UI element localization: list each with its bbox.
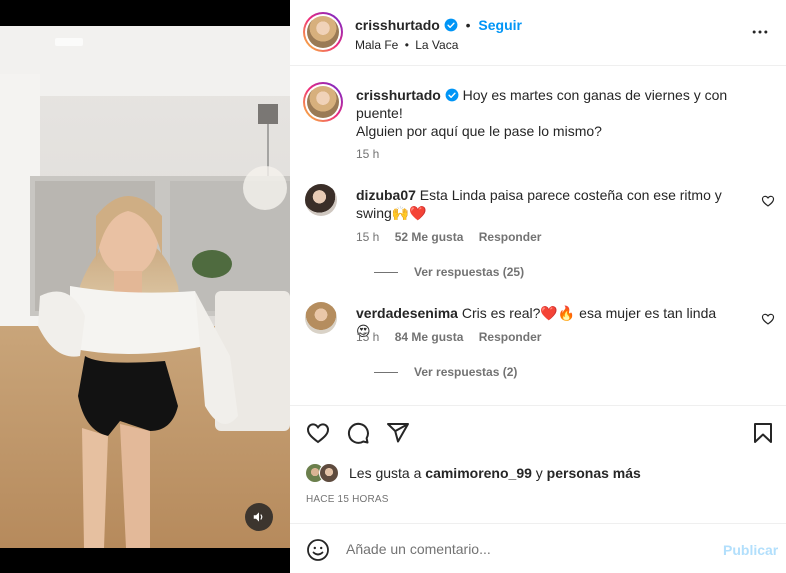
caption-author-avatar[interactable] bbox=[303, 82, 343, 122]
mute-button[interactable] bbox=[245, 503, 273, 531]
post-header: crisshurtado • Seguir Mala Fe • La Vaca bbox=[290, 0, 786, 66]
comment-text: dizuba07 Esta Linda paisa parece costeña… bbox=[356, 186, 726, 222]
share-icon[interactable] bbox=[386, 421, 410, 445]
caption-line-1: Hoy es martes con ganas de viernes y con bbox=[462, 87, 728, 103]
follow-button[interactable]: Seguir bbox=[478, 17, 522, 33]
video-frame bbox=[0, 26, 290, 548]
add-comment-bar: Publicar bbox=[290, 523, 786, 573]
comment-likes-count[interactable]: 84 Me gusta bbox=[395, 330, 464, 344]
commenter-username[interactable]: dizuba07 bbox=[356, 187, 416, 203]
commenter-avatar[interactable] bbox=[305, 302, 337, 334]
caption-username[interactable]: crisshurtado bbox=[356, 87, 441, 103]
reply-button[interactable]: Responder bbox=[479, 230, 542, 244]
comment-meta: 15 h 84 Me gusta Responder bbox=[356, 330, 541, 344]
comment-line-1: Esta Linda paisa parece costeña con ese … bbox=[419, 187, 722, 203]
caption-line-2: puente! bbox=[356, 105, 403, 121]
author-username[interactable]: crisshurtado bbox=[355, 17, 440, 33]
commenter-username[interactable]: verdadesenima bbox=[356, 305, 458, 321]
likes-conjunction: y bbox=[535, 465, 543, 481]
header-separator: • bbox=[465, 17, 471, 33]
comment-timestamp[interactable]: 15 h bbox=[356, 330, 379, 344]
publish-button[interactable]: Publicar bbox=[723, 542, 778, 558]
liker-username[interactable]: camimoreno_99 bbox=[425, 465, 532, 481]
author-avatar[interactable] bbox=[303, 12, 343, 52]
view-replies-button[interactable]: Ver respuestas (25) bbox=[374, 265, 524, 279]
commenter-avatar[interactable] bbox=[305, 184, 337, 216]
header-title-row: crisshurtado • Seguir bbox=[355, 17, 522, 33]
comment-meta: 15 h 52 Me gusta Responder bbox=[356, 230, 541, 244]
comment-like-heart-icon[interactable] bbox=[761, 312, 775, 326]
speaker-icon bbox=[253, 512, 263, 522]
likes-summary[interactable]: Les gusta a camimoreno_99 y personas más bbox=[305, 462, 641, 484]
replies-divider bbox=[374, 272, 398, 274]
comment-input[interactable] bbox=[346, 536, 706, 562]
audio-separator: • bbox=[404, 38, 409, 52]
bookmark-icon[interactable] bbox=[751, 421, 775, 445]
view-replies-label: Ver respuestas (25) bbox=[414, 265, 525, 279]
more-options-icon[interactable] bbox=[750, 22, 770, 42]
caption-timestamp[interactable]: 15 h bbox=[356, 147, 379, 161]
comment-likes-count[interactable]: 52 Me gusta bbox=[395, 230, 464, 244]
verified-badge-icon bbox=[445, 88, 459, 102]
caption-text-block: crisshurtado Hoy es martes con ganas de … bbox=[356, 86, 736, 140]
verified-badge-icon bbox=[444, 18, 458, 32]
view-replies-button[interactable]: Ver respuestas (2) bbox=[374, 365, 517, 379]
likes-prefix: Les gusta a bbox=[349, 465, 422, 481]
heart-icon[interactable] bbox=[306, 421, 330, 445]
instagram-post-modal: crisshurtado • Seguir Mala Fe • La Vaca bbox=[0, 0, 786, 573]
audio-title: La Vaca bbox=[415, 38, 459, 52]
reply-button[interactable]: Responder bbox=[479, 330, 542, 344]
comment-like-heart-icon[interactable] bbox=[761, 194, 775, 208]
liker-avatar bbox=[319, 463, 339, 483]
caption-line-3: Alguien por aquí que le pase lo mismo? bbox=[356, 123, 602, 139]
post-actions: Les gusta a camimoreno_99 y personas más… bbox=[290, 405, 786, 523]
audio-info[interactable]: Mala Fe • La Vaca bbox=[355, 38, 458, 52]
comment-line-2: swing🙌❤️ bbox=[356, 205, 427, 221]
view-replies-label: Ver respuestas (2) bbox=[414, 365, 518, 379]
emoji-icon[interactable] bbox=[306, 538, 330, 562]
post-timestamp[interactable]: HACE 15 HORAS bbox=[306, 494, 389, 505]
comment-icon[interactable] bbox=[346, 421, 370, 445]
audio-artist: Mala Fe bbox=[355, 38, 399, 52]
post-details-panel: crisshurtado • Seguir Mala Fe • La Vaca bbox=[290, 0, 786, 573]
likers-avatars bbox=[305, 462, 343, 484]
comment-timestamp[interactable]: 15 h bbox=[356, 230, 379, 244]
post-video[interactable] bbox=[0, 0, 290, 573]
replies-divider bbox=[374, 372, 398, 374]
likes-others-link[interactable]: personas más bbox=[547, 465, 641, 481]
